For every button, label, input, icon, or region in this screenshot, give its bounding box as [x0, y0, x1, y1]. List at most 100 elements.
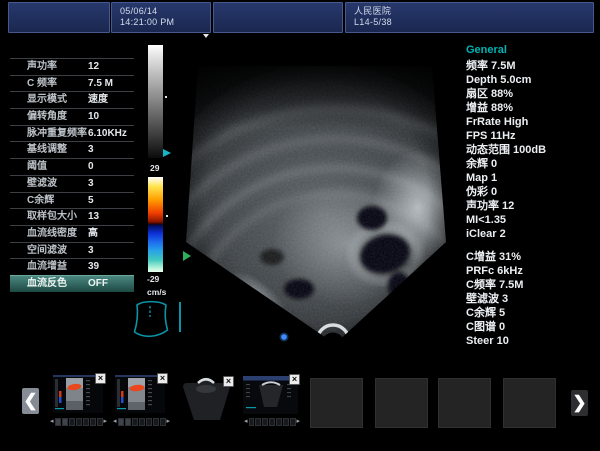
param-row-c-frequency[interactable]: C 频率 7.5 M — [10, 75, 134, 92]
param-row-acoustic-power[interactable]: 声功率 12 — [10, 58, 134, 75]
close-icon[interactable]: × — [157, 373, 168, 384]
preset-title: General — [466, 43, 596, 57]
thumbnail-sector-3[interactable]: × — [178, 373, 236, 421]
readout-line: 声功率 12 — [466, 199, 596, 213]
ultrasound-fan-graphic — [172, 42, 462, 352]
strip-next-icon[interactable]: ▸ — [297, 417, 301, 427]
image-readout-panel: General 频率 7.5M Depth 5.0cm 扇区 88% 增益 88… — [466, 43, 596, 348]
param-label: 壁滤波 — [27, 176, 57, 193]
param-row-wall-filter[interactable]: 壁滤波 3 — [10, 175, 134, 192]
param-label: 血流增益 — [27, 259, 67, 276]
param-label: 取样包大小 — [27, 209, 77, 226]
readout-line: MI<1.35 — [466, 213, 596, 227]
close-icon[interactable]: × — [95, 373, 106, 384]
patient-info-box — [8, 2, 110, 33]
param-label: 脉冲重复频率 — [27, 126, 87, 143]
readout-line: C图谱 0 — [466, 320, 596, 334]
param-label: 偏转角度 — [27, 109, 67, 126]
param-value: 3 — [88, 243, 94, 260]
thumbnail-placeholder — [503, 378, 556, 428]
thumbnail-doppler-1[interactable]: × — [53, 375, 103, 413]
param-label: 基线调整 — [27, 142, 67, 159]
ultrasound-image[interactable] — [172, 42, 462, 352]
thumbnail-1-filmstrip[interactable]: ◂ ▸ — [50, 417, 108, 427]
velocity-unit-label: cm/s — [147, 287, 166, 297]
clipboard-next-button[interactable]: ❯ — [571, 390, 588, 416]
readout-line: 壁滤波 3 — [466, 292, 596, 306]
param-value: 5 — [88, 193, 94, 210]
param-value: 高 — [88, 226, 98, 243]
probe-model: L14-5/38 — [354, 17, 593, 28]
param-label: 声功率 — [27, 59, 57, 76]
clipboard-prev-button[interactable]: ❮ — [22, 388, 39, 414]
thumbnail-placeholder — [375, 378, 428, 428]
velocity-max-label: 29 — [150, 163, 159, 173]
param-value: 12 — [88, 59, 99, 76]
param-label: 空间滤波 — [27, 243, 67, 260]
readout-line: 动态范围 100dB — [466, 143, 596, 157]
param-value: 13 — [88, 209, 99, 226]
param-value: 6.10KHz — [88, 126, 127, 143]
param-row-baseline[interactable]: 基线调整 3 — [10, 141, 134, 158]
param-label: 显示模式 — [27, 92, 67, 109]
velocity-min-label: -29 — [147, 274, 159, 284]
strip-prev-icon[interactable]: ◂ — [244, 417, 248, 427]
readout-line: Steer 10 — [466, 334, 596, 348]
readout-line: FrRate High — [466, 115, 596, 129]
param-row-threshold[interactable]: 阈值0 — [10, 158, 134, 175]
param-row-prf[interactable]: 脉冲重复频率6.10KHz — [10, 125, 134, 142]
probe-position-marker-icon — [203, 34, 209, 38]
close-icon[interactable]: × — [289, 374, 300, 385]
thumbnail-placeholder — [438, 378, 491, 428]
param-value: 速度 — [88, 92, 108, 109]
gain-caret-icon — [163, 149, 171, 157]
baseline-marker-icon — [166, 215, 168, 217]
readout-line: Depth 5.0cm — [466, 73, 596, 87]
date-text: 05/06/14 — [120, 6, 157, 16]
readout-line: 伪彩 0 — [466, 185, 596, 199]
close-icon[interactable]: × — [223, 376, 234, 387]
strip-prev-icon[interactable]: ◂ — [50, 417, 54, 427]
thumbnail-placeholder — [310, 378, 363, 428]
strip-prev-icon[interactable]: ◂ — [113, 417, 117, 427]
time-text: 14:21:00 PM — [120, 17, 210, 28]
readout-line: 扇区 88% — [466, 87, 596, 101]
param-value: 3 — [88, 176, 94, 193]
param-label: C余辉 — [27, 193, 54, 210]
exam-info-box — [213, 2, 343, 33]
readout-line: C频率 7.5M — [466, 278, 596, 292]
roi-caret-icon — [183, 251, 191, 261]
focus-marker-icon — [165, 96, 167, 98]
param-label: 血流线密度 — [27, 226, 77, 243]
color-doppler-map-bar — [148, 177, 163, 272]
param-value: 7.5 M — [88, 76, 113, 93]
readout-line: iClear 2 — [466, 227, 596, 241]
param-row-spatial-filter[interactable]: 空间滤波 3 — [10, 242, 134, 259]
param-row-display-mode[interactable]: 显示模式 速度 — [10, 91, 134, 108]
strip-next-icon[interactable]: ▸ — [104, 417, 108, 427]
strip-next-icon[interactable]: ▸ — [167, 417, 171, 427]
thumbnail-doppler-2[interactable]: × — [115, 375, 165, 413]
readout-line: 频率 7.5M — [466, 59, 596, 73]
readout-line: FPS 11Hz — [466, 129, 596, 143]
param-value: 3 — [88, 142, 94, 159]
param-label: 血流反色 — [27, 276, 67, 293]
param-row-color-invert-selected[interactable]: 血流反色OFF — [10, 275, 134, 292]
datetime-box: 05/06/14 14:21:00 PM — [111, 2, 211, 33]
hospital-name: 人民医院 — [354, 6, 391, 16]
param-row-steer-angle[interactable]: 偏转角度 10 — [10, 108, 134, 125]
param-label: C 频率 — [27, 76, 57, 93]
hospital-box: 人民医院 L14-5/38 — [345, 2, 594, 33]
param-row-line-density[interactable]: 血流线密度高 — [10, 225, 134, 242]
param-value: 39 — [88, 259, 99, 276]
readout-line: C余辉 5 — [466, 306, 596, 320]
thumbnail-sector-4[interactable]: × — [243, 376, 298, 414]
param-row-color-gain[interactable]: 血流增益 39 — [10, 258, 134, 275]
grayscale-map-bar — [148, 45, 163, 158]
readout-line: C增益 31% — [466, 250, 596, 264]
thumbnail-2-filmstrip[interactable]: ◂ ▸ — [113, 417, 171, 427]
thumbnail-4-filmstrip[interactable]: ◂ ▸ — [244, 417, 300, 427]
param-value: 10 — [88, 109, 99, 126]
param-row-c-persistence[interactable]: C余辉 5 — [10, 192, 134, 209]
param-row-packet-size[interactable]: 取样包大小 13 — [10, 208, 134, 225]
